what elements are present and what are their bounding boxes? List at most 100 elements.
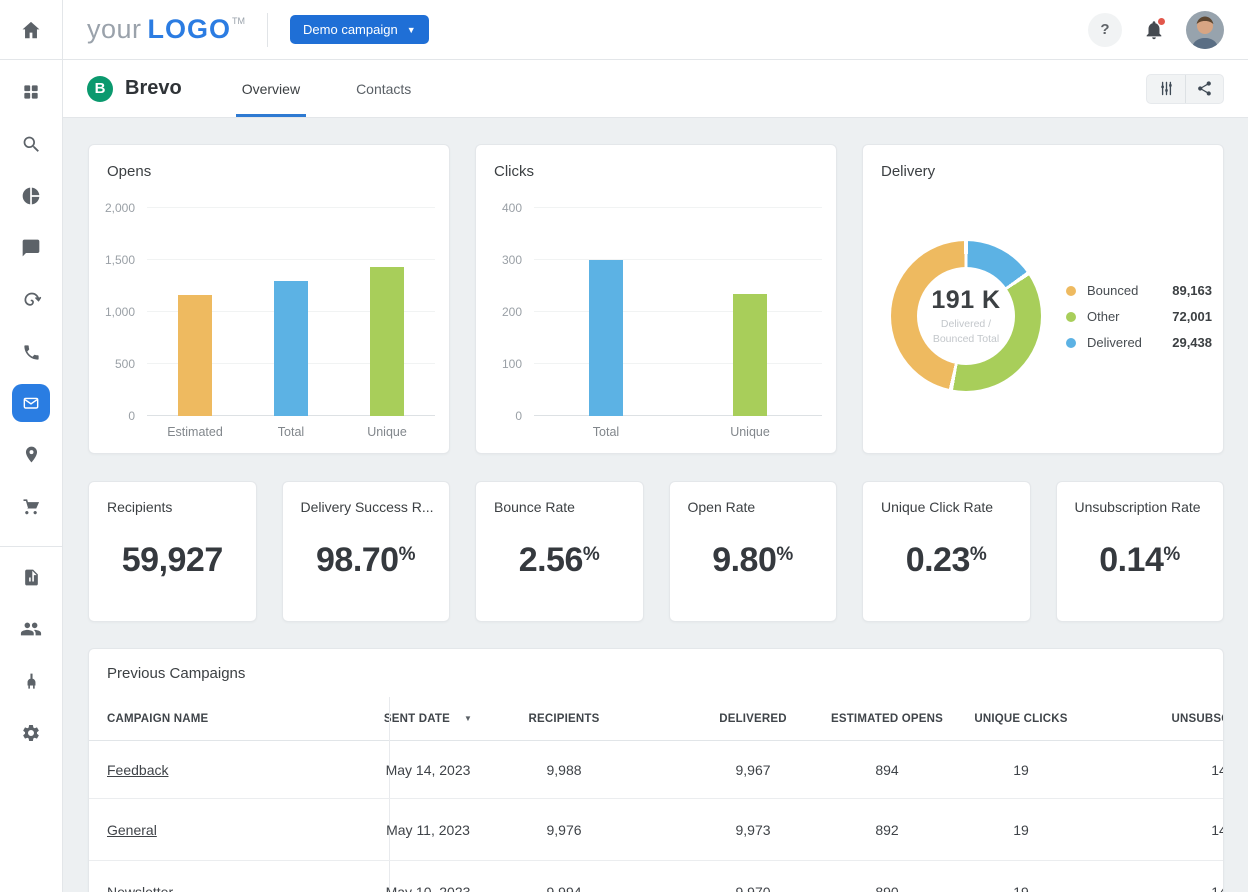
sort-caret-icon: ▼ bbox=[464, 714, 472, 723]
stat-card: Delivery Success R...98.70% bbox=[282, 481, 451, 622]
table-cell: 19 bbox=[1013, 884, 1029, 892]
avatar[interactable] bbox=[1186, 11, 1224, 49]
sidebar-item-ecommerce[interactable] bbox=[11, 486, 51, 526]
home-button[interactable] bbox=[0, 0, 63, 59]
sidebar-item-contacts[interactable] bbox=[11, 609, 51, 649]
table-cell: 19 bbox=[1013, 762, 1029, 778]
table-cell: 9,994 bbox=[546, 884, 581, 892]
chart-title: Clicks bbox=[494, 163, 534, 180]
stat-value: 2.56% bbox=[476, 541, 643, 580]
sidebar-item-apps[interactable] bbox=[11, 72, 51, 112]
legend-label: Other bbox=[1087, 309, 1164, 324]
y-axis-tick: 1,000 bbox=[105, 305, 135, 319]
x-axis-label: Total bbox=[278, 425, 304, 439]
notifications-button[interactable] bbox=[1137, 13, 1171, 47]
brand: B Brevo bbox=[87, 60, 182, 117]
opens-bar-chart: 05001,0001,5002,000EstimatedTotalUnique bbox=[147, 208, 435, 416]
campaign-dropdown-button[interactable]: Demo campaign ▼ bbox=[290, 15, 429, 44]
column-header[interactable]: UNSUBSCRIBED bbox=[1171, 713, 1224, 725]
column-header[interactable]: CAMPAIGN NAME bbox=[107, 713, 208, 725]
column-header[interactable]: SENT DATE▼ bbox=[384, 713, 472, 725]
automation-icon bbox=[21, 290, 42, 311]
filter-settings-button[interactable] bbox=[1147, 75, 1185, 103]
delivery-chart-card: Delivery 191 K Delivered / Bounced Total… bbox=[862, 144, 1224, 454]
column-header[interactable]: RECIPIENTS bbox=[528, 713, 599, 725]
search-icon bbox=[21, 134, 42, 155]
question-mark-icon: ? bbox=[1100, 21, 1109, 38]
table-cell: May 14, 2023 bbox=[386, 762, 471, 778]
charts-row: Opens 05001,0001,5002,000EstimatedTotalU… bbox=[88, 144, 1224, 454]
logo-divider bbox=[267, 13, 268, 47]
table-cell: 9,973 bbox=[735, 822, 770, 838]
sidebar-item-conversations[interactable] bbox=[11, 228, 51, 268]
column-header[interactable]: ESTIMATED OPENS bbox=[831, 713, 943, 725]
gridline bbox=[147, 259, 435, 260]
sidebar-item-settings[interactable] bbox=[11, 713, 51, 753]
table-cell: 892 bbox=[875, 822, 898, 838]
gridline bbox=[147, 207, 435, 208]
campaign-link[interactable]: Feedback bbox=[107, 762, 168, 778]
campaign-link[interactable]: General bbox=[107, 822, 157, 838]
column-header[interactable]: DELIVERED bbox=[719, 713, 787, 725]
delivery-legend: Bounced89,163Other72,001Delivered29,438 bbox=[1066, 283, 1212, 350]
sidebar-item-reports[interactable] bbox=[11, 557, 51, 597]
chart-title: Delivery bbox=[881, 163, 935, 180]
app-title: Brevo bbox=[125, 77, 182, 100]
help-button[interactable]: ? bbox=[1088, 13, 1122, 47]
tab-overview[interactable]: Overview bbox=[236, 60, 306, 117]
tab-contacts-label: Contacts bbox=[356, 81, 411, 97]
stat-value: 0.23% bbox=[863, 541, 1030, 580]
topbar-right: ? bbox=[1088, 11, 1224, 49]
chart-bar bbox=[733, 294, 767, 416]
logo-main: LOGO bbox=[148, 14, 232, 45]
tab-contacts[interactable]: Contacts bbox=[350, 60, 417, 117]
sidebar-item-statistics[interactable] bbox=[11, 176, 51, 216]
main: B Brevo Overview Contacts bbox=[63, 60, 1248, 892]
stat-suffix: % bbox=[399, 544, 416, 565]
your-logo[interactable]: your LOGO TM bbox=[87, 14, 245, 45]
stat-value: 59,927 bbox=[89, 541, 256, 580]
legend-item: Other72,001 bbox=[1066, 309, 1212, 324]
x-axis-label: Unique bbox=[730, 425, 770, 439]
sidebar-item-phone[interactable] bbox=[11, 332, 51, 372]
legend-dot bbox=[1066, 286, 1076, 296]
legend-item: Delivered29,438 bbox=[1066, 335, 1212, 350]
table-row: NewsletterMay 10, 20239,9949,9708901914 bbox=[89, 861, 1223, 892]
sidebar bbox=[0, 60, 63, 892]
stat-label: Delivery Success R... bbox=[301, 499, 438, 515]
table-cell: 14 bbox=[1211, 884, 1224, 892]
column-header[interactable]: UNIQUE CLICKS bbox=[974, 713, 1067, 725]
y-axis-tick: 300 bbox=[502, 253, 522, 267]
stat-label: Unique Click Rate bbox=[881, 499, 1018, 515]
table-cell: 19 bbox=[1013, 822, 1029, 838]
sidebar-item-integrations[interactable] bbox=[11, 661, 51, 701]
stats-row: Recipients59,927Delivery Success R...98.… bbox=[88, 481, 1224, 622]
apps-grid-icon bbox=[21, 82, 41, 102]
clicks-bar-chart: 0100200300400TotalUnique bbox=[534, 208, 822, 416]
toolbar bbox=[1146, 74, 1224, 104]
logo-tm: TM bbox=[232, 16, 245, 26]
shopping-cart-icon bbox=[21, 496, 41, 516]
y-axis-tick: 1,500 bbox=[105, 253, 135, 267]
table-cell: 14 bbox=[1211, 762, 1224, 778]
stat-card: Unsubscription Rate0.14% bbox=[1056, 481, 1225, 622]
table-cell: 9,976 bbox=[546, 822, 581, 838]
pie-chart-icon bbox=[21, 186, 41, 206]
table-cell: 14 bbox=[1211, 822, 1224, 838]
chart-bar bbox=[589, 260, 623, 416]
content: Opens 05001,0001,5002,000EstimatedTotalU… bbox=[63, 118, 1248, 892]
gridline bbox=[534, 207, 822, 208]
legend-value: 89,163 bbox=[1164, 283, 1212, 298]
sliders-icon bbox=[1158, 80, 1175, 97]
x-axis-label: Total bbox=[593, 425, 619, 439]
share-button[interactable] bbox=[1185, 75, 1223, 103]
sidebar-item-location[interactable] bbox=[11, 434, 51, 474]
stat-card: Unique Click Rate 0.23% bbox=[862, 481, 1031, 622]
campaign-link[interactable]: Newsletter bbox=[107, 884, 173, 892]
sidebar-item-automation[interactable] bbox=[11, 280, 51, 320]
sidebar-item-search[interactable] bbox=[11, 124, 51, 164]
sidebar-item-email-campaigns[interactable] bbox=[12, 384, 50, 422]
gridline bbox=[534, 259, 822, 260]
y-axis-tick: 200 bbox=[502, 305, 522, 319]
home-icon bbox=[20, 19, 42, 41]
